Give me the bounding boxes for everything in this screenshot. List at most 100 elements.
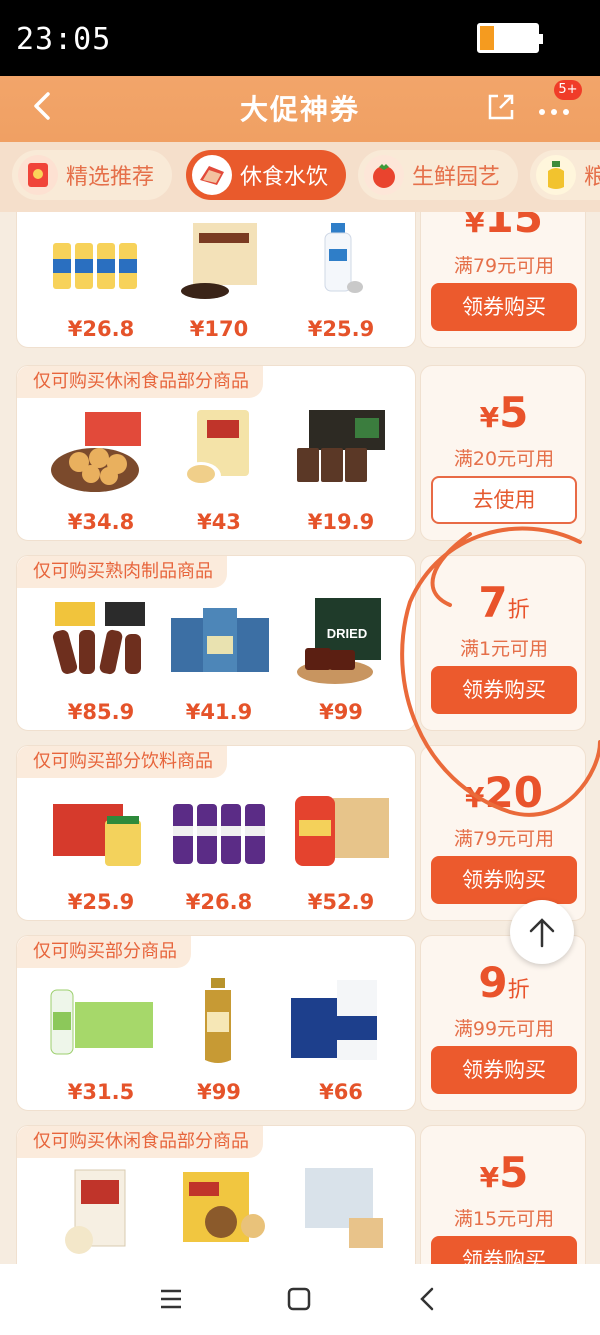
coupon-amount: 7折 — [478, 578, 530, 627]
grape-juice-bottles-image[interactable] — [163, 786, 275, 878]
braised-duck-neck-image[interactable] — [45, 596, 157, 688]
coupon-condition: 仅可购买熟肉制品商品 — [17, 556, 227, 588]
coupon-min-spend: 满1元可用 — [459, 638, 549, 660]
coupon-products: 仅可购买休闲食品部分商品 ¥34.8 ¥43 ¥19.9 — [16, 365, 416, 541]
black-tea-box-image[interactable] — [163, 213, 275, 305]
tab-label: 精选推荐 — [66, 165, 155, 190]
claim-buy-button[interactable]: 领券购买 — [431, 1046, 577, 1094]
product-price: ¥43 — [197, 510, 241, 534]
coupon-min-spend: 满99元可用 — [453, 1018, 555, 1040]
home-icon[interactable] — [284, 1284, 314, 1314]
coupon-products: ¥26.8 ¥170 ¥25.9 — [16, 212, 416, 348]
coupon-card: 仅可购买休闲食品部分商品 ¥34.8 ¥43 ¥19.9 ¥5 满20元可用 去… — [16, 365, 586, 541]
tab-jingxuan[interactable]: 精选推荐 — [12, 150, 172, 200]
use-coupon-button[interactable]: 去使用 — [431, 476, 577, 524]
coupon-offer: ¥5 满20元可用 去使用 — [420, 365, 586, 541]
milk-bottle-image[interactable] — [285, 213, 397, 305]
canned-drink-case-image[interactable] — [285, 786, 397, 878]
rice-cracker-bag-image[interactable] — [45, 1166, 157, 1258]
drink-gift-box-image[interactable] — [45, 786, 157, 878]
menu-icon[interactable] — [156, 1284, 186, 1314]
nav-bar: 大促神券 5+ — [0, 76, 600, 142]
dried-beef-image[interactable]: DRIED — [285, 596, 397, 688]
tab-label: 生鲜园艺 — [412, 165, 501, 190]
chocolate-cookies-image[interactable] — [285, 406, 397, 498]
system-nav-bar — [0, 1264, 600, 1335]
coupon-card: 仅可购买休闲食品部分商品 ¥5 满15元可用 领券购买 — [16, 1125, 586, 1264]
coupon-min-spend: 满15元可用 — [453, 1208, 555, 1230]
product-price: ¥99 — [319, 700, 363, 724]
claim-buy-button[interactable]: 领券购买 — [431, 1236, 577, 1264]
svg-text:DRIED: DRIED — [327, 626, 367, 641]
coupon-offer: ¥20 满79元可用 领券购买 — [420, 745, 586, 921]
category-tabs: 精选推荐 休食水饮 生鲜园艺 粮 — [0, 142, 600, 212]
product-price: ¥41.9 — [185, 700, 253, 724]
coupon-min-spend: 满79元可用 — [453, 255, 555, 277]
coupon-amount: ¥5 — [479, 388, 529, 437]
coupon-card: 仅可购买熟肉制品商品 DRIED ¥85.9 ¥41.9 ¥99 7折 满1元可… — [16, 555, 586, 731]
coupon-min-spend: 满20元可用 — [453, 448, 555, 470]
product-price: ¥66 — [319, 1080, 363, 1104]
rice-crackers-image[interactable] — [163, 406, 275, 498]
puffed-snack-bag-image[interactable] — [163, 1166, 275, 1258]
snack-pack-image[interactable] — [163, 596, 275, 688]
product-price: ¥99 — [197, 1080, 241, 1104]
water-case-image[interactable] — [45, 976, 157, 1068]
coupon-products: 仅可购买部分商品 ¥31.5 ¥99 ¥66 — [16, 935, 416, 1111]
product-price: ¥34.8 — [67, 510, 135, 534]
coupon-amount: ¥20 — [465, 768, 543, 817]
product-price: ¥26.8 — [185, 890, 253, 914]
red-packet-icon — [18, 155, 58, 195]
back-to-top-button[interactable] — [510, 900, 574, 964]
share-icon[interactable] — [484, 90, 518, 124]
product-price: ¥52.9 — [307, 890, 375, 914]
arrow-up-icon — [529, 918, 555, 948]
coupon-amount: 9折 — [478, 958, 530, 1007]
coupon-condition: 仅可购买休闲食品部分商品 — [17, 1126, 263, 1158]
product-price: ¥170 — [189, 317, 249, 341]
snack-icon — [192, 155, 232, 195]
claim-buy-button[interactable]: 领券购买 — [431, 856, 577, 904]
coupon-offer: ¥5 满15元可用 领券购买 — [420, 1125, 586, 1264]
coupon-products: 仅可购买熟肉制品商品 DRIED ¥85.9 ¥41.9 ¥99 — [16, 555, 416, 731]
oil-icon — [536, 155, 576, 195]
juice-bottles-image[interactable] — [45, 213, 157, 305]
coupon-min-spend: 满79元可用 — [453, 828, 555, 850]
coupon-list: ¥26.8 ¥170 ¥25.9 ¥15 满79元可用 领券购买 仅可购买休闲食… — [0, 212, 600, 1264]
product-price: ¥19.9 — [307, 510, 375, 534]
coupon-card: 仅可购买部分商品 ¥31.5 ¥99 ¥66 9折 满99元可用 领券购买 — [16, 935, 586, 1111]
product-price: ¥25.9 — [307, 317, 375, 341]
tomato-icon — [364, 155, 404, 195]
tab-shengxian[interactable]: 生鲜园艺 — [358, 150, 518, 200]
tab-liang[interactable]: 粮 — [530, 150, 600, 200]
battery-icon — [477, 23, 543, 53]
coconut-water-pack-image[interactable] — [285, 976, 397, 1068]
status-time: 23:05 — [16, 22, 112, 57]
coupon-products: 仅可购买休闲食品部分商品 — [16, 1125, 416, 1264]
claim-buy-button[interactable]: 领券购买 — [431, 283, 577, 331]
coupon-condition: 仅可购买部分饮料商品 — [17, 746, 227, 778]
tab-label: 休食水饮 — [240, 165, 329, 190]
oolong-tea-bottle-image[interactable] — [163, 976, 275, 1068]
notification-badge: 5+ — [554, 80, 582, 100]
status-bar: 23:05 — [0, 0, 600, 76]
product-price: ¥31.5 — [67, 1080, 135, 1104]
product-price: ¥25.9 — [67, 890, 135, 914]
coupon-products: 仅可购买部分饮料商品 ¥25.9 ¥26.8 ¥52.9 — [16, 745, 416, 921]
back-nav-icon[interactable] — [412, 1284, 442, 1314]
tab-label: 粮 — [584, 165, 600, 190]
claim-buy-button[interactable]: 领券购买 — [431, 666, 577, 714]
coupon-offer: ¥15 满79元可用 领券购买 — [420, 212, 586, 348]
tab-xiushi[interactable]: 休食水饮 — [186, 150, 346, 200]
coupon-offer: 7折 满1元可用 领券购买 — [420, 555, 586, 731]
coupon-condition: 仅可购买部分商品 — [17, 936, 191, 968]
biscuits-bowl-image[interactable] — [45, 406, 157, 498]
coupon-card: 仅可购买部分饮料商品 ¥25.9 ¥26.8 ¥52.9 ¥20 满79元可用 … — [16, 745, 586, 921]
product-price: ¥26.8 — [67, 317, 135, 341]
coupon-offer: 9折 满99元可用 领券购买 — [420, 935, 586, 1111]
coupon-condition: 仅可购买休闲食品部分商品 — [17, 366, 263, 398]
coupon-card: ¥26.8 ¥170 ¥25.9 ¥15 满79元可用 领券购买 — [16, 212, 586, 348]
coupon-amount: ¥15 — [465, 212, 543, 242]
product-price: ¥85.9 — [67, 700, 135, 724]
bread-packs-image[interactable] — [285, 1166, 397, 1258]
